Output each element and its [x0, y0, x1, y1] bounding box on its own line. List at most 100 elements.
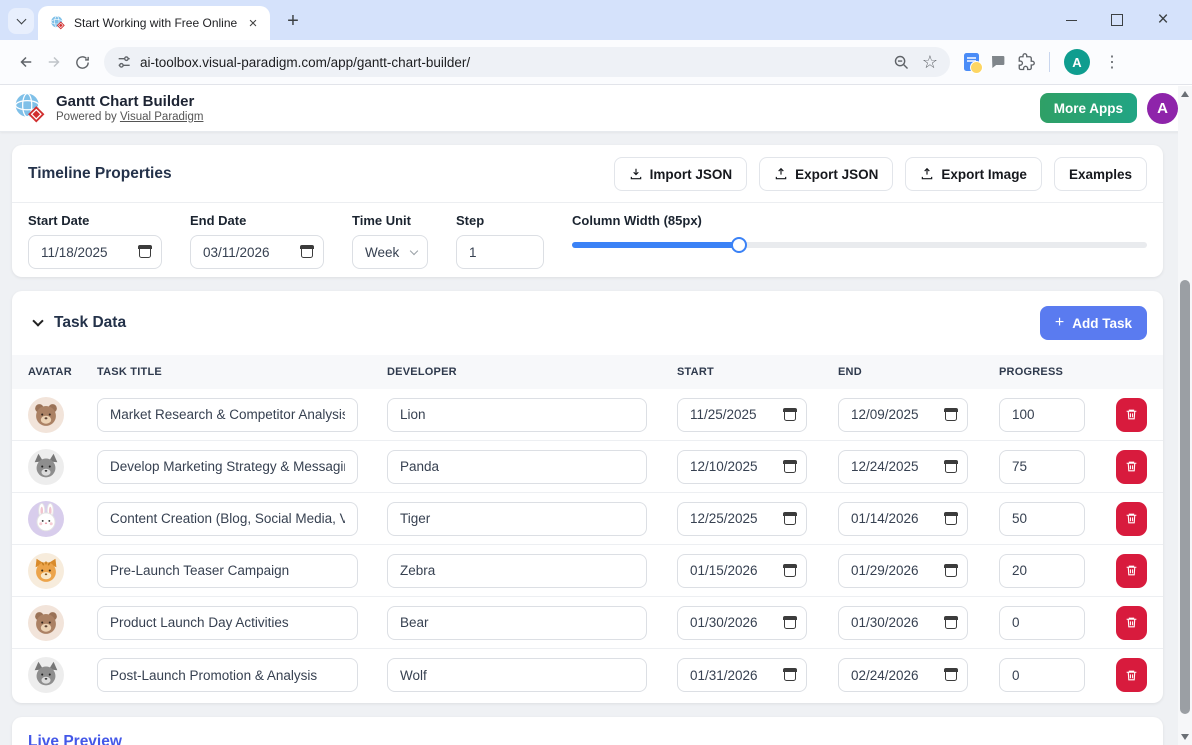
zoom-out-icon[interactable]: [893, 54, 910, 71]
start-date-input[interactable]: 12/10/2025: [677, 450, 807, 484]
more-apps-button[interactable]: More Apps: [1040, 93, 1137, 123]
task-title-input[interactable]: [97, 658, 358, 692]
minimize-button[interactable]: [1048, 0, 1094, 40]
new-tab-button[interactable]: [280, 8, 306, 34]
delete-task-button[interactable]: [1116, 502, 1147, 536]
address-bar[interactable]: ai-toolbox.visual-paradigm.com/app/gantt…: [104, 47, 950, 77]
trash-icon: [1125, 460, 1138, 473]
tab-search-button[interactable]: [8, 8, 34, 34]
delete-task-button[interactable]: [1116, 450, 1147, 484]
progress-input[interactable]: [999, 398, 1085, 432]
start-date-input[interactable]: 01/15/2026: [677, 554, 807, 588]
delete-task-button[interactable]: [1116, 658, 1147, 692]
forward-button[interactable]: [40, 48, 68, 76]
start-date-input[interactable]: 01/30/2026: [677, 606, 807, 640]
task-title-input[interactable]: [97, 502, 358, 536]
visual-paradigm-link[interactable]: Visual Paradigm: [120, 111, 204, 123]
start-date-input[interactable]: 12/25/2025: [677, 502, 807, 536]
calendar-icon[interactable]: [784, 617, 796, 629]
calendar-icon[interactable]: [301, 246, 313, 258]
browser-window: Start Working with Free Online ai-toolbo…: [0, 0, 1192, 745]
forward-arrow-icon: [45, 53, 63, 71]
developer-input[interactable]: [387, 398, 647, 432]
progress-input[interactable]: [999, 554, 1085, 588]
reload-button[interactable]: [68, 48, 96, 76]
browser-profile-avatar[interactable]: A: [1064, 49, 1090, 75]
export-json-button[interactable]: Export JSON: [759, 157, 893, 191]
task-title-input[interactable]: [97, 606, 358, 640]
back-button[interactable]: [12, 48, 40, 76]
progress-input[interactable]: [999, 606, 1085, 640]
calendar-icon[interactable]: [784, 461, 796, 473]
end-date-input[interactable]: 03/11/2026: [190, 235, 324, 269]
calendar-icon[interactable]: [784, 669, 796, 681]
calendar-icon[interactable]: [784, 513, 796, 525]
collapse-chevron-icon[interactable]: [32, 315, 43, 326]
extension-area: A: [964, 49, 1124, 75]
start-date-input[interactable]: 11/18/2025: [28, 235, 162, 269]
end-date-input[interactable]: 12/24/2025: [838, 450, 968, 484]
import-json-button[interactable]: Import JSON: [614, 157, 748, 191]
developer-input[interactable]: [387, 606, 647, 640]
delete-task-button[interactable]: [1116, 554, 1147, 588]
progress-input[interactable]: [999, 502, 1085, 536]
page-scrollbar[interactable]: [1178, 86, 1192, 745]
add-task-button[interactable]: Add Task: [1040, 306, 1147, 340]
task-title-input[interactable]: [97, 450, 358, 484]
developer-input[interactable]: [387, 502, 647, 536]
task-title-input[interactable]: [97, 554, 358, 588]
developer-input[interactable]: [387, 554, 647, 588]
developer-input[interactable]: [387, 658, 647, 692]
browser-titlebar: Start Working with Free Online: [0, 0, 1192, 40]
developer-input[interactable]: [387, 450, 647, 484]
end-date-input[interactable]: 02/24/2026: [838, 658, 968, 692]
end-date-input[interactable]: 12/09/2025: [838, 398, 968, 432]
task-data-title: Task Data: [54, 314, 126, 332]
browser-menu-icon[interactable]: [1100, 52, 1124, 72]
tab-title: Start Working with Free Online: [74, 16, 238, 30]
scroll-down-arrow-icon[interactable]: [1181, 734, 1189, 740]
app-title: Gantt Chart Builder: [56, 93, 203, 111]
site-info-icon[interactable]: [116, 54, 132, 70]
task-title-input[interactable]: [97, 398, 358, 432]
browser-tab[interactable]: Start Working with Free Online: [38, 6, 270, 40]
calendar-icon[interactable]: [784, 409, 796, 421]
calendar-icon[interactable]: [945, 513, 957, 525]
tab-close-icon[interactable]: [244, 14, 262, 32]
maximize-button[interactable]: [1094, 0, 1140, 40]
slider-thumb[interactable]: [731, 237, 747, 253]
calendar-icon[interactable]: [945, 409, 957, 421]
calendar-icon[interactable]: [945, 669, 957, 681]
end-date-input[interactable]: 01/14/2026: [838, 502, 968, 536]
scrollbar-thumb[interactable]: [1180, 280, 1190, 714]
end-date-input[interactable]: 01/29/2026: [838, 554, 968, 588]
calendar-icon[interactable]: [784, 565, 796, 577]
examples-button[interactable]: Examples: [1054, 157, 1147, 191]
close-button[interactable]: [1140, 0, 1186, 40]
end-date-input[interactable]: 01/30/2026: [838, 606, 968, 640]
bear-avatar: [28, 605, 64, 641]
calendar-icon[interactable]: [139, 246, 151, 258]
start-date-input[interactable]: 01/31/2026: [677, 658, 807, 692]
time-unit-select[interactable]: Week: [352, 235, 428, 269]
download-extension-icon[interactable]: [964, 53, 979, 71]
user-avatar[interactable]: A: [1147, 93, 1178, 124]
calendar-icon[interactable]: [945, 617, 957, 629]
column-header-progress: PROGRESS: [999, 366, 1116, 378]
calendar-icon[interactable]: [945, 565, 957, 577]
column-width-slider[interactable]: [572, 242, 1147, 248]
export-image-button[interactable]: Export Image: [905, 157, 1042, 191]
calendar-icon[interactable]: [945, 461, 957, 473]
extensions-puzzle-icon[interactable]: [1017, 53, 1035, 71]
scroll-up-arrow-icon[interactable]: [1181, 91, 1189, 97]
progress-input[interactable]: [999, 658, 1085, 692]
step-input[interactable]: [456, 235, 544, 269]
table-row: 12/25/2025 01/14/2026: [12, 493, 1163, 545]
delete-task-button[interactable]: [1116, 398, 1147, 432]
start-date-input[interactable]: 11/25/2025: [677, 398, 807, 432]
bookmark-star-icon[interactable]: [922, 53, 938, 71]
wolf-avatar: [28, 657, 64, 693]
progress-input[interactable]: [999, 450, 1085, 484]
comment-bubble-icon[interactable]: [989, 53, 1007, 71]
delete-task-button[interactable]: [1116, 606, 1147, 640]
